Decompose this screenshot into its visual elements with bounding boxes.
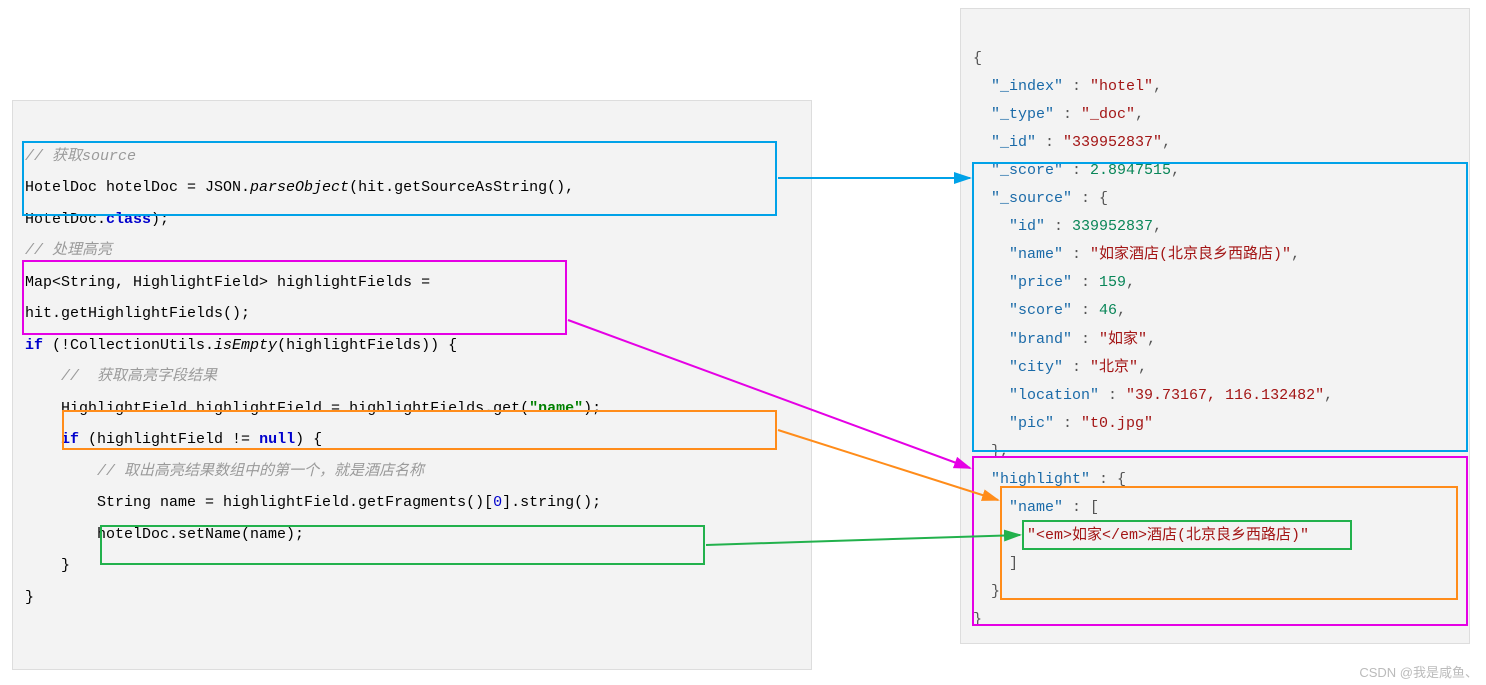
line-close-1: } [61, 557, 70, 574]
box-java-highlightfields [22, 260, 567, 335]
v-type: "_doc" [1081, 106, 1135, 123]
comment-fragments: // 取出高亮结果数组中的第一个，就是酒店名称 [97, 463, 424, 480]
json-open: { [973, 50, 982, 67]
k-id0: "_id" [991, 134, 1036, 151]
comment-highlight: // 处理高亮 [25, 242, 112, 259]
k-type: "_type" [991, 106, 1054, 123]
v-id0: "339952837" [1063, 134, 1162, 151]
box-json-name-val [1022, 520, 1352, 550]
line-if-empty: if (!CollectionUtils.isEmpty(highlightFi… [25, 337, 457, 354]
v-index: "hotel" [1090, 78, 1153, 95]
watermark: CSDN @我是咸鱼、 [1359, 662, 1478, 681]
box-java-get-name [62, 410, 777, 450]
line-close-2: } [25, 589, 34, 606]
comment-get-hl-field: // 获取高亮字段结果 [61, 368, 217, 385]
box-json-source [972, 162, 1468, 452]
k-index: "_index" [991, 78, 1063, 95]
line-fragments: String name = highlightField.getFragment… [97, 494, 601, 511]
box-java-source [22, 141, 777, 216]
box-java-fragments [100, 525, 705, 565]
